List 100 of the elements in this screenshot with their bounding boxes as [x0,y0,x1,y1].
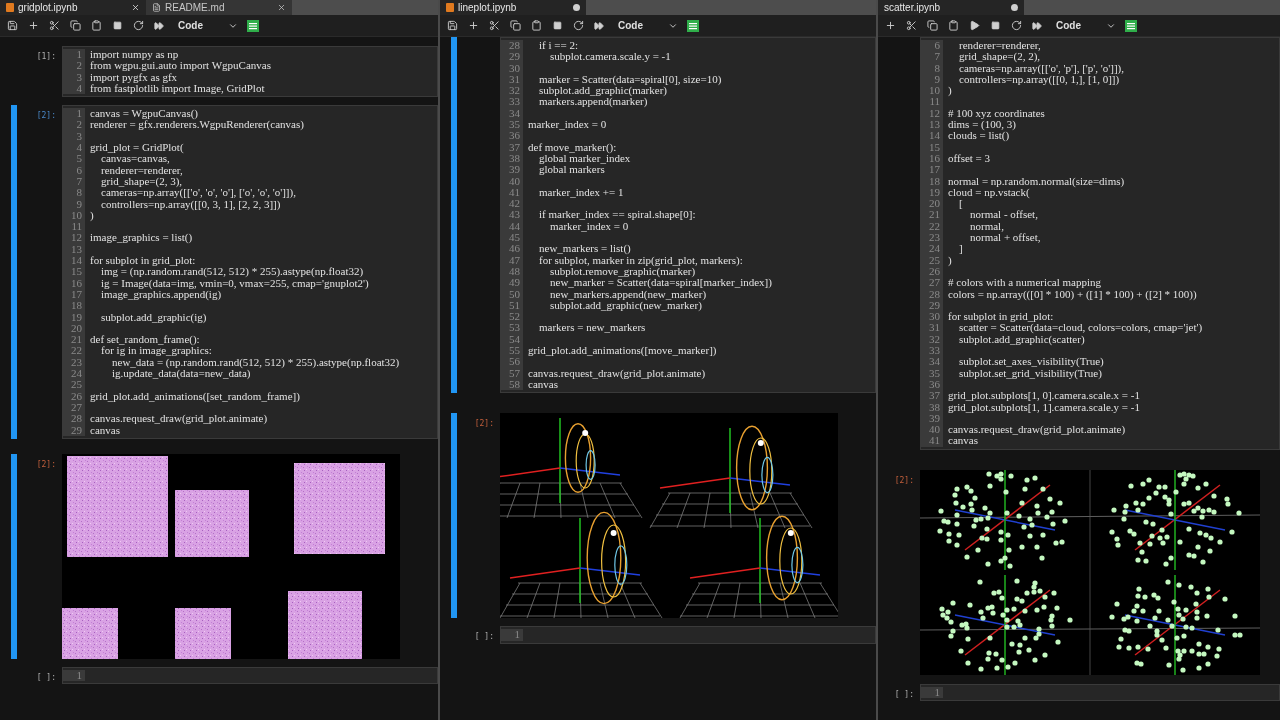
line-number: 16 [71,277,82,289]
line-number: 18 [71,300,82,312]
code-line: ) [948,85,953,97]
line-number: 31 [929,322,940,334]
file-tab[interactable]: lineplot.ipynb [440,0,586,15]
line-number: 50 [509,288,520,300]
code-line: grid_plot = GridPlot( [90,142,185,154]
line-number: 17 [929,164,940,176]
line-number: 7 [934,51,940,63]
line-number: 19 [71,311,82,323]
code-line: normal = np.random.normal(size=dims) [948,175,1126,187]
code-line: canvas [528,378,558,391]
code-line: canvas.request_draw(grid_plot.animate) [948,424,1127,436]
line-number: 5 [76,153,82,165]
line-number: 26 [71,390,82,402]
line-number: 6 [76,164,82,176]
line-number: 32 [509,85,520,97]
cell-prompt: [2]: [894,474,914,487]
cell-prompt: [2]: [474,418,494,431]
line-number: 3 [76,71,82,83]
code-line: marker = Scatter(data=spiral[0], size=10) [538,73,723,86]
code-line: controllers=np.array([[0, 3, 1], [2, 2, 3]]) [100,198,281,210]
file-tab[interactable]: gridplot.ipynb [0,0,146,15]
code-line: normal, [969,220,1005,233]
code-line: # 100 xyz coordinates [948,107,1046,120]
code-line: ig = Image(data=img, vmin=0, vmax=255, cmap='gnuplot2') [100,277,370,289]
line-number: 29 [929,299,940,312]
code-line: canvas = WgpuCanvas() [90,108,199,120]
line-number: 17 [71,288,82,301]
line-number: 34 [509,107,520,120]
line-number: 8 [76,187,82,199]
code-line: offset = 3 [948,152,992,165]
code-line: def move_marker(): [528,141,618,153]
cell-type-dropdown[interactable]: Code [1056,20,1116,31]
code-line: global marker_index [538,152,632,165]
code-line: for ig in image_graphics: [100,345,213,357]
code-line: renderer = gfx.renderers.WgpuRenderer(canvas) [90,119,305,131]
line-number: 43 [509,209,520,221]
code-line: markers.append(marker) [538,96,648,108]
code-line: marker_index += 1 [538,186,625,199]
code-line: cameras=np.array([['o', 'o', 'o'], ['o', 'o', 'o']]), [100,187,297,199]
line-number: 21 [71,334,82,346]
code-line: if i == 2: [538,40,579,52]
line-number: 10 [71,209,82,222]
line-number: 1 [76,108,82,120]
cell-prompt: [2]: [36,110,56,123]
code-line: canvas=canvas, [101,153,170,165]
code-line: canvas.request_draw(grid_plot.animate) [90,413,269,425]
line-number: 25 [71,379,82,391]
line-number: 13 [71,243,82,256]
cell-prompt: [1]: [36,51,56,63]
line-number: 33 [509,96,520,108]
code-line: img = (np.random.rand(512, 512) * 255).astype(np.float32) [100,266,365,278]
line-number: 41 [929,435,940,447]
line-number: 38 [509,152,520,165]
code-line: renderer=renderer, [100,164,184,176]
line-number: 20 [929,198,940,210]
line-number: 35 [929,367,940,379]
code-line: import numpy as np [90,49,180,61]
line-number: 33 [929,345,940,357]
code-line: renderer=renderer, [958,40,1042,52]
line-number: 34 [929,356,940,368]
code-line: grid_shape=(2, 2), [958,51,1042,63]
file-tab[interactable]: README.md [146,0,292,15]
code-line: clouds = list() [948,130,1010,142]
code-line: colors = np.array(([0] * 100) + ([1] * 100) + ([2] * 100)) [948,288,1198,300]
code-line: new_markers.append(new_marker) [549,288,707,300]
line-number: 38 [929,401,940,413]
code-line: ) [90,209,95,222]
code-cell-editor[interactable]: 1 2 3 4 import numpy as np from wgpu.gui.auto import WgpuCanvas import pygfx as gfx from fastplotlib import Image, GridPlot [62,46,438,98]
line-number: 1 [934,686,940,698]
code-line: canvas [948,435,978,447]
code-line: # colors with a numerical mapping [948,277,1103,289]
line-number: 21 [929,209,940,221]
line-number: 49 [509,277,520,289]
code-line: canvas.request_draw(grid_plot.animate) [528,367,707,379]
code-line: grid_plot.subplots[1, 1].camera.scale.y = -1 [948,401,1141,413]
code-line: [ [958,198,964,210]
code-line: new_data = (np.random.rand(512, 512) * 255).astype(np.float32) [111,356,401,368]
code-line: subplot.add_graphic(new_marker) [549,299,702,312]
line-number: 11 [71,221,82,233]
cell-type-dropdown[interactable]: Code [618,20,678,31]
code-line: ig.update_data(data=new_data) [111,368,251,380]
line-number: 15 [71,266,82,278]
code-line: from wgpu.gui.auto import WgpuCanvas [90,60,272,72]
cell-type-dropdown[interactable]: Code [178,20,238,31]
line-number: 28 [929,288,940,300]
line-number: 10 [929,85,940,97]
line-number: 24 [71,368,82,380]
line-number: 58 [509,378,520,391]
line-number: 12 [71,232,82,244]
code-line: new_markers = list() [538,243,632,255]
line-number: 3 [76,130,82,143]
line-number: 35 [509,119,520,131]
code-line: image_graphics.append(ig) [100,288,222,301]
code-line: subplot.add_graphic(ig) [100,311,208,323]
line-number: 40 [929,424,940,436]
line-number: 56 [509,356,520,368]
file-tab[interactable]: scatter.ipynb [878,0,1024,15]
line-number: 29 [509,51,520,63]
